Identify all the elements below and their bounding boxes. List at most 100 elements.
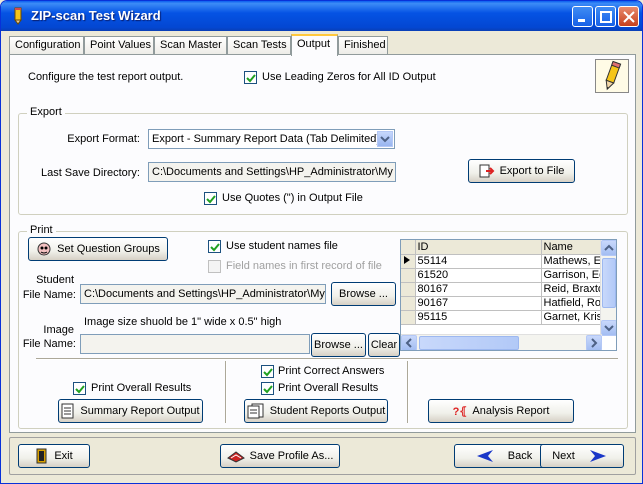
summary-report-output-button[interactable]: Summary Report Output [58, 399, 203, 423]
student-reports-output-label: Student Reports Output [269, 405, 386, 417]
tab-configuration[interactable]: Configuration [9, 36, 84, 55]
tab-finished[interactable]: Finished [338, 36, 388, 55]
student-overall-checkbox[interactable] [261, 382, 274, 395]
export-format-select[interactable]: Export - Summary Report Data (Tab Delimi… [148, 129, 395, 149]
student-browse-button[interactable]: Browse ... [331, 282, 396, 306]
image-size-hint: Image size shuold be 1" wide x 0.5" high [84, 316, 282, 328]
grid-cell-id[interactable]: 55114 [415, 254, 542, 269]
field-names-checkbox [208, 260, 221, 273]
row-marker [401, 296, 416, 311]
set-question-groups-label: Set Question Groups [57, 243, 160, 255]
window-title: ZIP-scan Test Wizard [31, 8, 161, 23]
summary-overall-label: Print Overall Results [91, 382, 192, 394]
summary-overall-checkbox[interactable] [73, 382, 86, 395]
close-icon [623, 11, 635, 23]
summary-student-divider [225, 361, 227, 423]
image-file-label-2: File Name: [22, 338, 76, 350]
export-format-label: Export Format: [67, 133, 140, 145]
leading-zeros-checkbox[interactable] [244, 71, 257, 84]
grid-cell-id[interactable]: 90167 [415, 296, 542, 311]
dropdown-arrow[interactable] [377, 131, 393, 147]
analysis-report-button[interactable]: ?⦃ Analysis Report [428, 399, 574, 423]
report-document-icon [61, 403, 75, 419]
scroll-down-button[interactable] [601, 320, 616, 336]
reports-stack-icon [247, 403, 265, 419]
app-pencil-icon [9, 7, 27, 25]
checkmark-icon [206, 195, 216, 204]
student-reports-output-button[interactable]: Student Reports Output [244, 399, 388, 423]
save-profile-as-button[interactable]: Save Profile As... [220, 444, 340, 468]
export-file-icon [479, 163, 495, 179]
tab-scan-master[interactable]: Scan Master [154, 36, 227, 55]
grid-cell-id[interactable]: 80167 [415, 282, 542, 297]
horizontal-scroll-thumb[interactable] [419, 336, 519, 350]
minimize-icon [578, 19, 585, 22]
use-student-names-checkbox[interactable] [208, 240, 221, 253]
export-group-title: Export [27, 106, 65, 118]
analysis-report-label: Analysis Report [472, 405, 550, 417]
wizard-pencil-icon [595, 59, 629, 93]
student-analysis-divider [407, 361, 409, 423]
image-file-label-1: Image [43, 324, 74, 336]
use-quotes-checkbox[interactable] [204, 192, 217, 205]
student-file-name-field[interactable]: C:\Documents and Settings\HP_Administrat… [80, 284, 326, 304]
scroll-right-button[interactable] [586, 335, 602, 350]
student-names-table: ID Name 55114 Mathews, E 61520 Garrison,… [401, 240, 612, 325]
panel-description: Configure the test report output. [28, 71, 184, 83]
tab-scan-tests[interactable]: Scan Tests [227, 36, 291, 55]
checkmark-icon [75, 385, 85, 394]
export-format-value: Export - Summary Report Data (Tab Delimi… [152, 133, 381, 145]
last-save-directory-field[interactable]: C:\Documents and Settings\HP_Administrat… [148, 162, 396, 182]
checkmark-icon [263, 385, 273, 394]
maximize-button[interactable] [595, 6, 616, 27]
analysis-question-icon: ?⦃ [452, 405, 468, 418]
table-row[interactable]: 80167 Reid, Braxto [401, 282, 612, 297]
exit-button[interactable]: Exit [18, 444, 90, 468]
image-clear-button[interactable]: Clear [368, 333, 400, 357]
grid-header-row: ID Name [401, 240, 612, 255]
grid-cell-id[interactable]: 95115 [415, 310, 542, 325]
table-row[interactable]: 55114 Mathews, E [401, 254, 612, 269]
row-marker [401, 268, 416, 283]
exit-label: Exit [54, 450, 73, 462]
current-row-arrow-icon [404, 255, 410, 264]
chevron-down-icon [380, 136, 390, 143]
print-correct-answers-checkbox[interactable] [261, 365, 274, 378]
chevron-down-icon [604, 325, 614, 332]
print-separator [36, 358, 618, 360]
student-overall-label: Print Overall Results [278, 382, 379, 394]
table-row[interactable]: 61520 Garrison, Ed [401, 268, 612, 283]
maximize-icon [600, 11, 612, 23]
vertical-scroll-thumb[interactable] [602, 258, 616, 308]
scroll-up-button[interactable] [601, 240, 616, 256]
field-names-label: Field names in first record of file [226, 260, 382, 272]
student-file-label-1: Student [36, 274, 74, 286]
image-file-name-field[interactable] [80, 334, 310, 354]
next-button[interactable]: Next [540, 444, 624, 468]
close-button[interactable] [618, 6, 639, 27]
title-bar[interactable]: ZIP-scan Test Wizard [1, 1, 642, 31]
tab-output[interactable]: Output [291, 34, 338, 56]
current-row-marker [401, 254, 416, 269]
grid-col-id[interactable]: ID [415, 240, 542, 255]
grid-cell-id[interactable]: 61520 [415, 268, 542, 283]
grid-vertical-scrollbar[interactable] [600, 240, 616, 336]
export-to-file-button[interactable]: Export to File [468, 159, 575, 183]
back-label: Back [507, 450, 533, 462]
image-browse-button[interactable]: Browse ... [311, 333, 366, 357]
next-label: Next [552, 450, 575, 462]
back-button[interactable]: Back [454, 444, 554, 468]
footer-bar: Exit Save Profile As... Back Next [9, 437, 636, 475]
checkmark-icon [246, 74, 256, 83]
scroll-left-button[interactable] [401, 335, 417, 350]
grid-horizontal-scrollbar[interactable] [401, 334, 602, 350]
exit-door-icon [35, 448, 49, 464]
set-question-groups-button[interactable]: Set Question Groups [28, 237, 168, 261]
table-row[interactable]: 90167 Hatfield, Ro [401, 296, 612, 311]
table-row[interactable]: 95115 Garnet, Kris [401, 310, 612, 325]
print-correct-answers-label: Print Correct Answers [278, 365, 385, 377]
student-names-grid[interactable]: ID Name 55114 Mathews, E 61520 Garrison,… [400, 239, 617, 351]
tab-point-values[interactable]: Point Values [84, 36, 154, 55]
minimize-button[interactable] [572, 6, 593, 27]
save-profile-icon [226, 449, 245, 463]
